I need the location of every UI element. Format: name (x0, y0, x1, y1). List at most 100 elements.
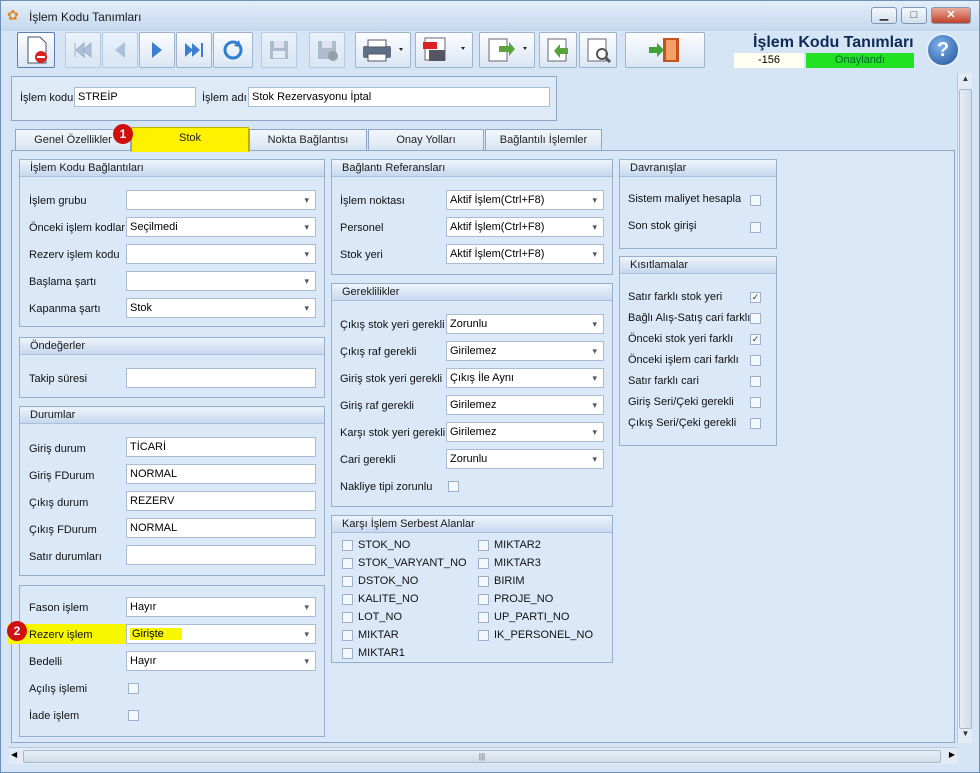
vertical-scrollbar[interactable]: ▲ ▼ (957, 73, 972, 743)
tab-linked-operations[interactable]: Bağlantılı İşlemler (485, 129, 602, 151)
field-checkbox-label: BIRIM (494, 575, 525, 587)
start-condition-select[interactable] (126, 271, 316, 291)
reserve-operation-select[interactable]: Girişte (126, 624, 316, 644)
tracking-period-input[interactable] (126, 368, 316, 388)
pdf-icon[interactable] (415, 32, 473, 68)
prev-location-checkbox[interactable]: ✓ (750, 334, 761, 345)
previous-codes-select[interactable]: Seçilmedi (126, 217, 316, 237)
row-states-input[interactable] (126, 545, 316, 565)
field-label: Sistem maliyet hesapla (628, 193, 742, 205)
out-location-select[interactable]: Zorunlu (446, 314, 604, 334)
field-checkbox[interactable] (342, 612, 353, 623)
field-checkbox[interactable] (342, 648, 353, 659)
name-label: İşlem adı (202, 92, 247, 104)
print-icon[interactable] (355, 32, 411, 68)
counter-location-select[interactable]: Girilemez (446, 422, 604, 442)
help-icon[interactable]: ? (926, 33, 960, 67)
shipping-type-checkbox[interactable] (448, 481, 459, 492)
prev-account-checkbox[interactable] (750, 355, 761, 366)
new-doc-icon[interactable] (17, 32, 55, 68)
callout-badge-2: 2 (7, 621, 27, 641)
field-checkbox[interactable] (342, 558, 353, 569)
tab-approval-paths[interactable]: Onay Yolları (368, 129, 484, 151)
field-label: Giriş FDurum (29, 470, 95, 482)
field-label: Karşı stok yeri gerekli (340, 427, 446, 439)
links-group-title: İşlem Kodu Bağlantıları (20, 160, 324, 177)
output-fstate-input[interactable]: NORMAL (126, 518, 316, 538)
field-checkbox[interactable] (478, 612, 489, 623)
name-input[interactable]: Stok Rezervasyonu İptal (248, 87, 550, 107)
field-checkbox[interactable] (342, 594, 353, 605)
subcontract-select[interactable]: Hayır (126, 597, 316, 617)
export-icon[interactable] (479, 32, 535, 68)
field-label: Satır farklı cari (628, 375, 699, 387)
account-required-select[interactable]: Zorunlu (446, 449, 604, 469)
requirements-group-title: Gereklilikler (332, 284, 612, 301)
field-checkbox[interactable] (478, 558, 489, 569)
next-icon[interactable] (139, 32, 175, 68)
close-condition-select[interactable]: Stok (126, 298, 316, 318)
exit-icon[interactable] (625, 32, 705, 68)
field-checkbox[interactable] (478, 540, 489, 551)
scroll-thumb[interactable] (959, 89, 972, 729)
personnel-select[interactable]: Aktif İşlem(Ctrl+F8) (446, 217, 604, 237)
save-cancel-icon[interactable] (309, 32, 345, 68)
return-checkbox[interactable] (128, 710, 139, 721)
first-icon[interactable] (65, 32, 101, 68)
field-label: Nakliye tipi zorunlu (340, 481, 433, 493)
scroll-right-icon[interactable]: ▶ (949, 750, 955, 759)
row-diff-account-checkbox[interactable] (750, 376, 761, 387)
paid-select[interactable]: Hayır (126, 651, 316, 671)
behaviors-group-title: Davranışlar (620, 160, 776, 177)
last-stock-checkbox[interactable] (750, 222, 761, 233)
minimize-button[interactable]: ▁ (871, 7, 897, 24)
save-icon[interactable] (261, 32, 297, 68)
refresh-icon[interactable] (213, 32, 253, 68)
code-input[interactable]: STREİP (74, 87, 196, 107)
import-icon[interactable] (539, 32, 577, 68)
output-state-input[interactable]: REZERV (126, 491, 316, 511)
scroll-left-icon[interactable]: ◀ (11, 750, 17, 759)
field-label: Önceki işlem cari farklı (628, 354, 739, 366)
out-serial-checkbox[interactable] (750, 418, 761, 429)
field-checkbox[interactable] (478, 576, 489, 587)
in-location-select[interactable]: Çıkış İle Aynı (446, 368, 604, 388)
stock-location-select[interactable]: Aktif İşlem(Ctrl+F8) (446, 244, 604, 264)
last-icon[interactable] (176, 32, 212, 68)
scroll-thumb[interactable]: ||| (23, 750, 941, 763)
scroll-down-icon[interactable]: ▼ (959, 729, 972, 743)
field-label: Çıkış raf gerekli (340, 346, 417, 358)
input-fstate-input[interactable]: NORMAL (126, 464, 316, 484)
close-button[interactable]: ✕ (931, 7, 971, 24)
field-checkbox[interactable] (342, 576, 353, 587)
opening-checkbox[interactable] (128, 683, 139, 694)
field-label: Rezerv işlem (29, 629, 93, 641)
row-diff-location-checkbox[interactable]: ✓ (750, 292, 761, 303)
prev-icon[interactable] (102, 32, 138, 68)
field-label: Giriş stok yeri gerekli (340, 373, 443, 385)
in-serial-checkbox[interactable] (750, 397, 761, 408)
tab-stock[interactable]: Stok (131, 127, 249, 152)
scroll-up-icon[interactable]: ▲ (959, 74, 972, 88)
system-cost-checkbox[interactable] (750, 195, 761, 206)
app-window: ✿ İşlem Kodu Tanımları ▁ □ ✕ İşlem Kodu … (0, 0, 980, 773)
in-shelf-select[interactable]: Girilemez (446, 395, 604, 415)
field-label: Giriş raf gerekli (340, 400, 414, 412)
operation-group-select[interactable] (126, 190, 316, 210)
maximize-button[interactable]: □ (901, 7, 927, 24)
field-checkbox[interactable] (478, 594, 489, 605)
out-shelf-select[interactable]: Girilemez (446, 341, 604, 361)
code-label: İşlem kodu (20, 92, 74, 104)
field-checkbox[interactable] (342, 540, 353, 551)
field-label: Son stok girişi (628, 220, 697, 232)
tab-point-link[interactable]: Nokta Bağlantısı (249, 129, 367, 151)
reserve-code-select[interactable] (126, 244, 316, 264)
links-group: İşlem Kodu Bağlantıları İşlem grubu Önce… (19, 159, 325, 327)
operation-point-select[interactable]: Aktif İşlem(Ctrl+F8) (446, 190, 604, 210)
linked-account-checkbox[interactable] (750, 313, 761, 324)
tools-icon[interactable] (579, 32, 617, 68)
input-state-input[interactable]: TİCARİ (126, 437, 316, 457)
horizontal-scrollbar[interactable]: ◀ ||| ▶ (9, 747, 957, 764)
field-checkbox[interactable] (478, 630, 489, 641)
field-checkbox[interactable] (342, 630, 353, 641)
